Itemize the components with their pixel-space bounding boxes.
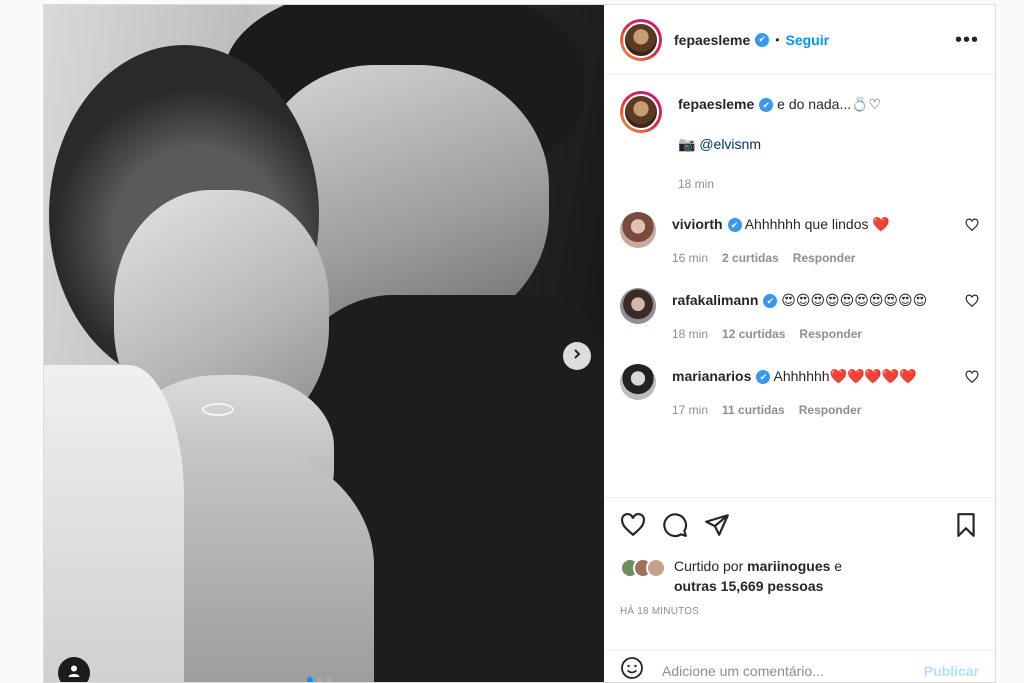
- likes-summary: Curtido por mariinogues e outras 15,669 …: [620, 556, 979, 596]
- caption-avatar[interactable]: [620, 91, 662, 133]
- chevron-right-icon: [571, 347, 583, 365]
- comment-meta: 17 min 11 curtidas Responder: [672, 400, 949, 420]
- reply-button[interactable]: Responder: [793, 248, 856, 268]
- likes-prefix: Curtido por: [674, 558, 744, 574]
- post-header: fepaesleme ✔ • Seguir •••: [604, 5, 995, 75]
- caption-time[interactable]: 18 min: [678, 174, 714, 194]
- comment-username[interactable]: rafakalimann: [672, 292, 758, 308]
- comment-likes[interactable]: 12 curtidas: [722, 324, 785, 344]
- commenter-avatar[interactable]: [620, 364, 656, 400]
- carousel-dot: [307, 677, 313, 682]
- caption-text: e do nada...💍♡: [777, 96, 882, 112]
- comment-item: viviorth ✔ Ahhhhhh que lindos ❤️ 16 min 2…: [620, 212, 979, 268]
- more-options-icon[interactable]: •••: [955, 30, 979, 50]
- comment-body: marianarios ✔ Ahhhhhh❤️❤️❤️❤️❤️ 17 min 11…: [672, 364, 979, 420]
- comment-body: rafakalimann ✔ 😍😍😍😍😍😍😍😍😍😍 18 min 12 curti…: [672, 288, 979, 344]
- comment-text: Ahhhhhh❤️❤️❤️❤️❤️: [773, 368, 917, 384]
- caption-body: fepaesleme ✔ e do nada...💍♡ 📷 @elvisnm 18…: [678, 91, 979, 194]
- comment-likes[interactable]: 2 curtidas: [722, 248, 779, 268]
- add-comment-bar: Publicar: [604, 650, 995, 682]
- follow-button[interactable]: Seguir: [785, 32, 829, 48]
- author-username[interactable]: fepaesleme: [674, 32, 750, 48]
- comment-username[interactable]: marianarios: [672, 368, 751, 384]
- comment-text: Ahhhhhh que lindos ❤️: [744, 216, 890, 232]
- commenter-avatar[interactable]: [620, 212, 656, 248]
- comment-like-heart-icon[interactable]: [965, 294, 979, 308]
- user-tag-icon: [67, 664, 81, 683]
- post-sidebar: fepaesleme ✔ • Seguir ••• fepaesleme ✔ e …: [604, 5, 995, 682]
- likes-others[interactable]: outras 15,669 pessoas: [674, 578, 823, 594]
- comment-item: marianarios ✔ Ahhhhhh❤️❤️❤️❤️❤️ 17 min 11…: [620, 364, 979, 420]
- author-avatar[interactable]: [620, 18, 662, 61]
- caption-meta: 18 min: [678, 174, 949, 194]
- next-slide-button[interactable]: [563, 342, 591, 370]
- action-bar: [620, 498, 979, 556]
- camera-icon: 📷: [678, 136, 696, 152]
- likes-text: Curtido por mariinogues e outras 15,669 …: [674, 556, 842, 596]
- carousel-dots: [307, 677, 333, 682]
- liker-avatar: [646, 558, 666, 578]
- photo-credit-mention[interactable]: @elvisnm: [699, 136, 761, 152]
- verified-badge-icon: ✔: [755, 32, 770, 47]
- avatar-image: [623, 94, 659, 130]
- comment-like-heart-icon[interactable]: [965, 370, 979, 384]
- comment-input[interactable]: [660, 661, 924, 680]
- comment-time[interactable]: 16 min: [672, 248, 708, 268]
- comment-text: 😍😍😍😍😍😍😍😍😍😍: [781, 292, 928, 308]
- bookmark-icon[interactable]: [953, 512, 979, 543]
- share-icon[interactable]: [704, 512, 730, 543]
- likes-user[interactable]: mariinogues: [747, 558, 830, 574]
- post-photo[interactable]: [44, 5, 604, 682]
- reply-button[interactable]: Responder: [799, 400, 862, 420]
- comment-meta: 16 min 2 curtidas Responder: [672, 248, 949, 268]
- likes-connector: e: [834, 558, 843, 574]
- posted-time[interactable]: HÁ 18 MINUTOS: [620, 606, 979, 617]
- avatar-image: [623, 21, 659, 58]
- carousel-dot: [327, 677, 333, 682]
- instagram-post: fepaesleme ✔ • Seguir ••• fepaesleme ✔ e …: [43, 4, 996, 683]
- verified-badge-icon: ✔: [759, 98, 774, 113]
- caption: fepaesleme ✔ e do nada...💍♡ 📷 @elvisnm 18…: [620, 91, 979, 194]
- comment-item: rafakalimann ✔ 😍😍😍😍😍😍😍😍😍😍 18 min 12 curti…: [620, 288, 979, 344]
- photo-woman-top: [44, 365, 184, 682]
- liker-avatars[interactable]: [620, 558, 666, 578]
- comment-body: viviorth ✔ Ahhhhhh que lindos ❤️ 16 min 2…: [672, 212, 979, 268]
- comment-meta: 18 min 12 curtidas Responder: [672, 324, 949, 344]
- photo-credit: 📷 @elvisnm: [678, 134, 949, 154]
- comments-list[interactable]: fepaesleme ✔ e do nada...💍♡ 📷 @elvisnm 18…: [604, 75, 995, 495]
- comment-likes[interactable]: 11 curtidas: [722, 400, 785, 420]
- comment-time[interactable]: 17 min: [672, 400, 708, 420]
- commenter-avatar[interactable]: [620, 288, 656, 324]
- separator-dot: •: [775, 32, 780, 47]
- verified-badge-icon: ✔: [756, 370, 771, 385]
- comment-username[interactable]: viviorth: [672, 216, 723, 232]
- comment-like-heart-icon[interactable]: [965, 218, 979, 232]
- photo-ring: [202, 403, 234, 416]
- verified-badge-icon: ✔: [763, 294, 778, 309]
- comment-icon[interactable]: [662, 512, 688, 543]
- caption-username[interactable]: fepaesleme: [678, 96, 754, 112]
- tagged-users-button[interactable]: [58, 657, 90, 682]
- carousel-dot: [317, 677, 323, 682]
- reply-button[interactable]: Responder: [799, 324, 862, 344]
- post-actions: Curtido por mariinogues e outras 15,669 …: [604, 497, 995, 642]
- heart-icon[interactable]: [620, 512, 646, 543]
- verified-badge-icon: ✔: [727, 218, 742, 233]
- comment-time[interactable]: 18 min: [672, 324, 708, 344]
- publish-button[interactable]: Publicar: [924, 663, 979, 679]
- emoji-icon[interactable]: [620, 656, 644, 682]
